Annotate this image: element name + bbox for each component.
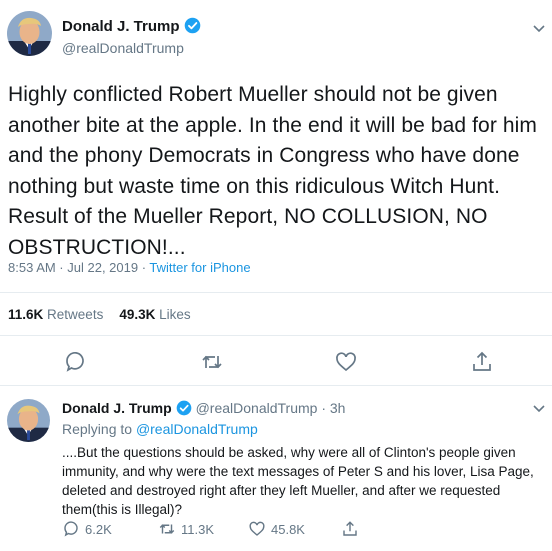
author-name-text[interactable]: Donald J. Trump xyxy=(62,18,180,35)
reply-tweet[interactable]: Donald J. Trump @realDonaldTrump · 3h Re… xyxy=(0,386,552,551)
tweet-meta: 8:53 AM · Jul 22, 2019 · Twitter for iPh… xyxy=(8,260,251,275)
tweet-source[interactable]: Twitter for iPhone xyxy=(149,260,250,275)
replying-to: Replying to @realDonaldTrump xyxy=(62,421,258,437)
divider xyxy=(0,335,552,336)
reply-icon xyxy=(64,521,78,537)
retweet-button[interactable]: 11.3K xyxy=(158,520,214,538)
like-button[interactable]: 45.8K xyxy=(248,520,305,538)
tweet-thread: Donald J. Trump @realDonaldTrump Highly … xyxy=(0,0,552,551)
likes-count: 49.3K xyxy=(119,307,156,322)
reply-text: ....But the questions should be asked, w… xyxy=(62,445,534,517)
share-button[interactable] xyxy=(341,520,364,538)
replying-prefix: Replying to xyxy=(62,421,136,437)
reply-header: Donald J. Trump @realDonaldTrump · 3h xyxy=(62,400,345,419)
retweet-icon[interactable] xyxy=(200,350,224,374)
author-name[interactable]: Donald J. Trump xyxy=(62,400,172,416)
avatar[interactable] xyxy=(7,11,52,56)
like-icon xyxy=(249,521,265,536)
chevron-down-icon[interactable] xyxy=(533,400,545,418)
like-icon[interactable] xyxy=(334,350,358,374)
retweets-count: 11.6K xyxy=(8,307,44,322)
like-count: 45.8K xyxy=(271,521,305,537)
tweet-stats: 11.6K Retweets 49.3K Likes xyxy=(8,307,191,322)
likes-stat[interactable]: 49.3K Likes xyxy=(119,307,190,322)
author-name[interactable]: Donald J. Trump xyxy=(62,17,201,38)
likes-label: Likes xyxy=(159,307,191,322)
verified-badge-icon xyxy=(184,17,201,38)
retweet-icon xyxy=(159,524,175,534)
reply-icon[interactable] xyxy=(63,350,87,374)
share-icon xyxy=(343,521,357,536)
retweets-label: Retweets xyxy=(47,307,104,322)
avatar[interactable] xyxy=(7,399,50,442)
handle-and-time[interactable]: @realDonaldTrump · 3h xyxy=(196,400,346,416)
reply-count: 6.2K xyxy=(85,521,112,537)
author-handle[interactable]: @realDonaldTrump xyxy=(62,40,184,56)
reply-button[interactable]: 6.2K xyxy=(62,520,112,538)
chevron-down-icon[interactable] xyxy=(533,20,545,38)
verified-badge-icon xyxy=(176,400,192,419)
retweet-count: 11.3K xyxy=(181,521,215,537)
tweet-text: Highly conflicted Robert Mueller should … xyxy=(8,83,537,259)
share-icon[interactable] xyxy=(470,350,494,374)
divider xyxy=(0,292,552,293)
timestamp[interactable]: 8:53 AM · Jul 22, 2019 · xyxy=(8,260,149,275)
replying-to-link[interactable]: @realDonaldTrump xyxy=(136,421,258,437)
main-tweet: Donald J. Trump @realDonaldTrump Highly … xyxy=(0,0,552,385)
retweets-stat[interactable]: 11.6K Retweets xyxy=(8,307,103,322)
